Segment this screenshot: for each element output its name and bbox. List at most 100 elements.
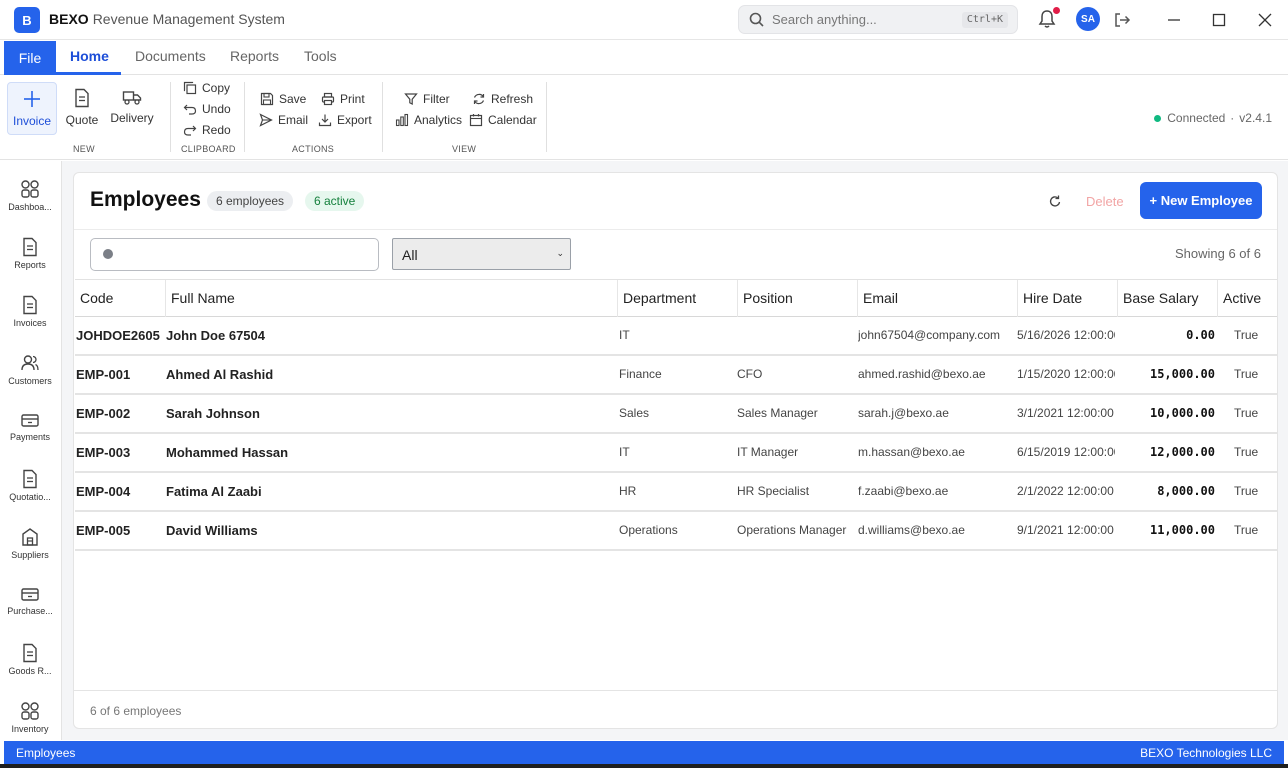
sidebar-item-label: Dashboa...	[8, 202, 52, 212]
maximize-icon[interactable]	[1209, 10, 1229, 30]
redo-button[interactable]: Redo	[183, 121, 231, 139]
new-employee-button[interactable]: + New Employee	[1140, 182, 1262, 219]
column-header-active[interactable]: Active	[1217, 280, 1277, 317]
ribbon-divider	[382, 82, 383, 152]
copy-button[interactable]: Copy	[183, 79, 230, 97]
employee-count-badge: 6 employees	[207, 191, 294, 211]
file-menu[interactable]: File	[4, 41, 56, 75]
column-header-hire-date[interactable]: Hire Date	[1017, 280, 1117, 317]
document-icon	[21, 469, 39, 492]
avatar[interactable]: SA	[1076, 7, 1100, 31]
delete-button[interactable]: Delete	[1086, 194, 1124, 209]
tab-documents[interactable]: Documents	[135, 48, 206, 64]
search-placeholder: Search anything...	[772, 12, 877, 27]
analytics-button[interactable]: Analytics	[395, 111, 462, 129]
menu-bar: File Home Documents Reports Tools	[0, 40, 1288, 75]
column-header-department[interactable]: Department	[617, 280, 737, 317]
new-invoice-button[interactable]: Invoice	[7, 82, 57, 135]
table-row[interactable]: EMP-004 Fatima Al Zaabi HR HR Specialist f.z…	[75, 473, 1277, 512]
cell-position	[737, 317, 855, 354]
cell-dept: IT	[619, 328, 630, 342]
email-button[interactable]: Email	[259, 111, 308, 129]
close-icon[interactable]	[1255, 10, 1275, 30]
bar-chart-icon	[395, 113, 409, 127]
status-bar: Employees BEXO Technologies LLC	[4, 741, 1284, 764]
sidebar-item-quotatio[interactable]: Quotatio...	[0, 469, 60, 519]
ribbon-divider	[244, 82, 245, 152]
logout-icon[interactable]	[1112, 10, 1132, 30]
column-header-email[interactable]: Email	[857, 280, 1017, 317]
department-filter-select[interactable]: All ⌄	[392, 238, 571, 270]
cell-email: sarah.j@bexo.ae	[858, 406, 949, 420]
status-left: Employees	[16, 746, 76, 760]
minimize-icon[interactable]	[1164, 10, 1184, 30]
search-input[interactable]	[90, 238, 379, 271]
table-row[interactable]: EMP-002 Sarah Johnson Sales Sales Manager sa…	[75, 395, 1277, 434]
refresh-ribbon-button[interactable]: Refresh	[472, 90, 533, 108]
footer-divider	[74, 690, 1277, 691]
column-header-base-salary[interactable]: Base Salary	[1117, 280, 1217, 317]
invoice-label: Invoice	[12, 114, 52, 128]
tab-tools[interactable]: Tools	[304, 48, 337, 64]
calendar-button[interactable]: Calendar	[469, 111, 537, 129]
cell-dept: Operations	[619, 523, 678, 537]
export-button[interactable]: Export	[318, 111, 372, 129]
cell-hire: 2/1/2022 12:00:00	[1017, 484, 1114, 498]
save-icon	[260, 92, 274, 106]
refresh-icon[interactable]	[1047, 193, 1063, 209]
save-button[interactable]: Save	[260, 90, 306, 108]
filter-selected-value: All	[402, 247, 418, 263]
column-header-code[interactable]: Code	[75, 280, 165, 317]
cell-hire: 1/15/2020 12:00:00	[1017, 367, 1115, 381]
document-icon	[21, 643, 39, 666]
cell-name: Mohammed Hassan	[166, 445, 289, 460]
plus-icon	[24, 91, 40, 107]
sidebar-item-purchase[interactable]: Purchase...	[0, 585, 60, 635]
sidebar-item-dashboa[interactable]: Dashboa...	[0, 179, 60, 229]
tab-reports[interactable]: Reports	[230, 48, 279, 64]
sidebar-item-goods-r[interactable]: Goods R...	[0, 643, 60, 693]
app-logo: B	[14, 7, 40, 33]
sidebar-item-customers[interactable]: Customers	[0, 353, 60, 403]
undo-label: Undo	[202, 102, 231, 116]
tab-home[interactable]: Home	[70, 48, 109, 64]
global-search[interactable]: Search anything... Ctrl+K	[738, 5, 1018, 34]
cell-email: f.zaabi@bexo.ae	[858, 484, 949, 498]
undo-button[interactable]: Undo	[183, 100, 231, 118]
print-label: Print	[340, 92, 365, 106]
cell-name: Sarah Johnson	[166, 406, 260, 421]
sidebar-item-reports[interactable]: Reports	[0, 237, 60, 287]
cell-hire: 5/16/2026 12:00:00	[1017, 328, 1115, 342]
cell-hire: 6/15/2019 12:00:00	[1017, 445, 1115, 459]
sidebar-item-label: Payments	[9, 432, 51, 442]
app-title: BEXO Revenue Management System	[49, 11, 285, 27]
table-row[interactable]: EMP-005 David Williams Operations Operation…	[75, 512, 1277, 551]
new-quote-button[interactable]: Quote	[57, 82, 107, 135]
table-row[interactable]: JOHDOE2605 John Doe 67504 IT john67504@comp…	[75, 317, 1277, 356]
print-button[interactable]: Print	[321, 90, 365, 108]
shortcut-hint: Ctrl+K	[961, 12, 1008, 28]
card-icon	[20, 411, 40, 432]
header-divider	[74, 229, 1277, 230]
table-row[interactable]: EMP-003 Mohammed Hassan IT IT Manager m.hass…	[75, 434, 1277, 473]
cell-code: EMP-004	[76, 484, 131, 499]
column-header-full-name[interactable]: Full Name	[165, 280, 617, 317]
analytics-label: Analytics	[414, 113, 463, 127]
sidebar-item-suppliers[interactable]: Suppliers	[0, 527, 60, 577]
column-header-position[interactable]: Position	[737, 280, 857, 317]
new-delivery-button[interactable]: Delivery	[107, 82, 157, 135]
export-label: Export	[337, 113, 372, 127]
sidebar-item-invoices[interactable]: Invoices	[0, 295, 60, 345]
active-count-badge: 6 active	[305, 191, 365, 211]
sidebar-item-label: Inventory	[11, 724, 49, 734]
app-subtitle: Revenue Management System	[92, 11, 285, 27]
filter-icon	[404, 93, 418, 105]
table-row[interactable]: EMP-001 Ahmed Al Rashid Finance CFO ahmed.ra…	[75, 356, 1277, 395]
search-icon	[749, 12, 764, 27]
email-label: Email	[278, 113, 309, 127]
page-title: Employees	[90, 188, 201, 211]
sidebar-item-label: Invoices	[13, 318, 47, 328]
ribbon: Invoice Quote Delivery NEW Copy Undo Red…	[0, 76, 1288, 160]
filter-button[interactable]: Filter	[404, 90, 450, 108]
sidebar-item-payments[interactable]: Payments	[0, 411, 60, 461]
